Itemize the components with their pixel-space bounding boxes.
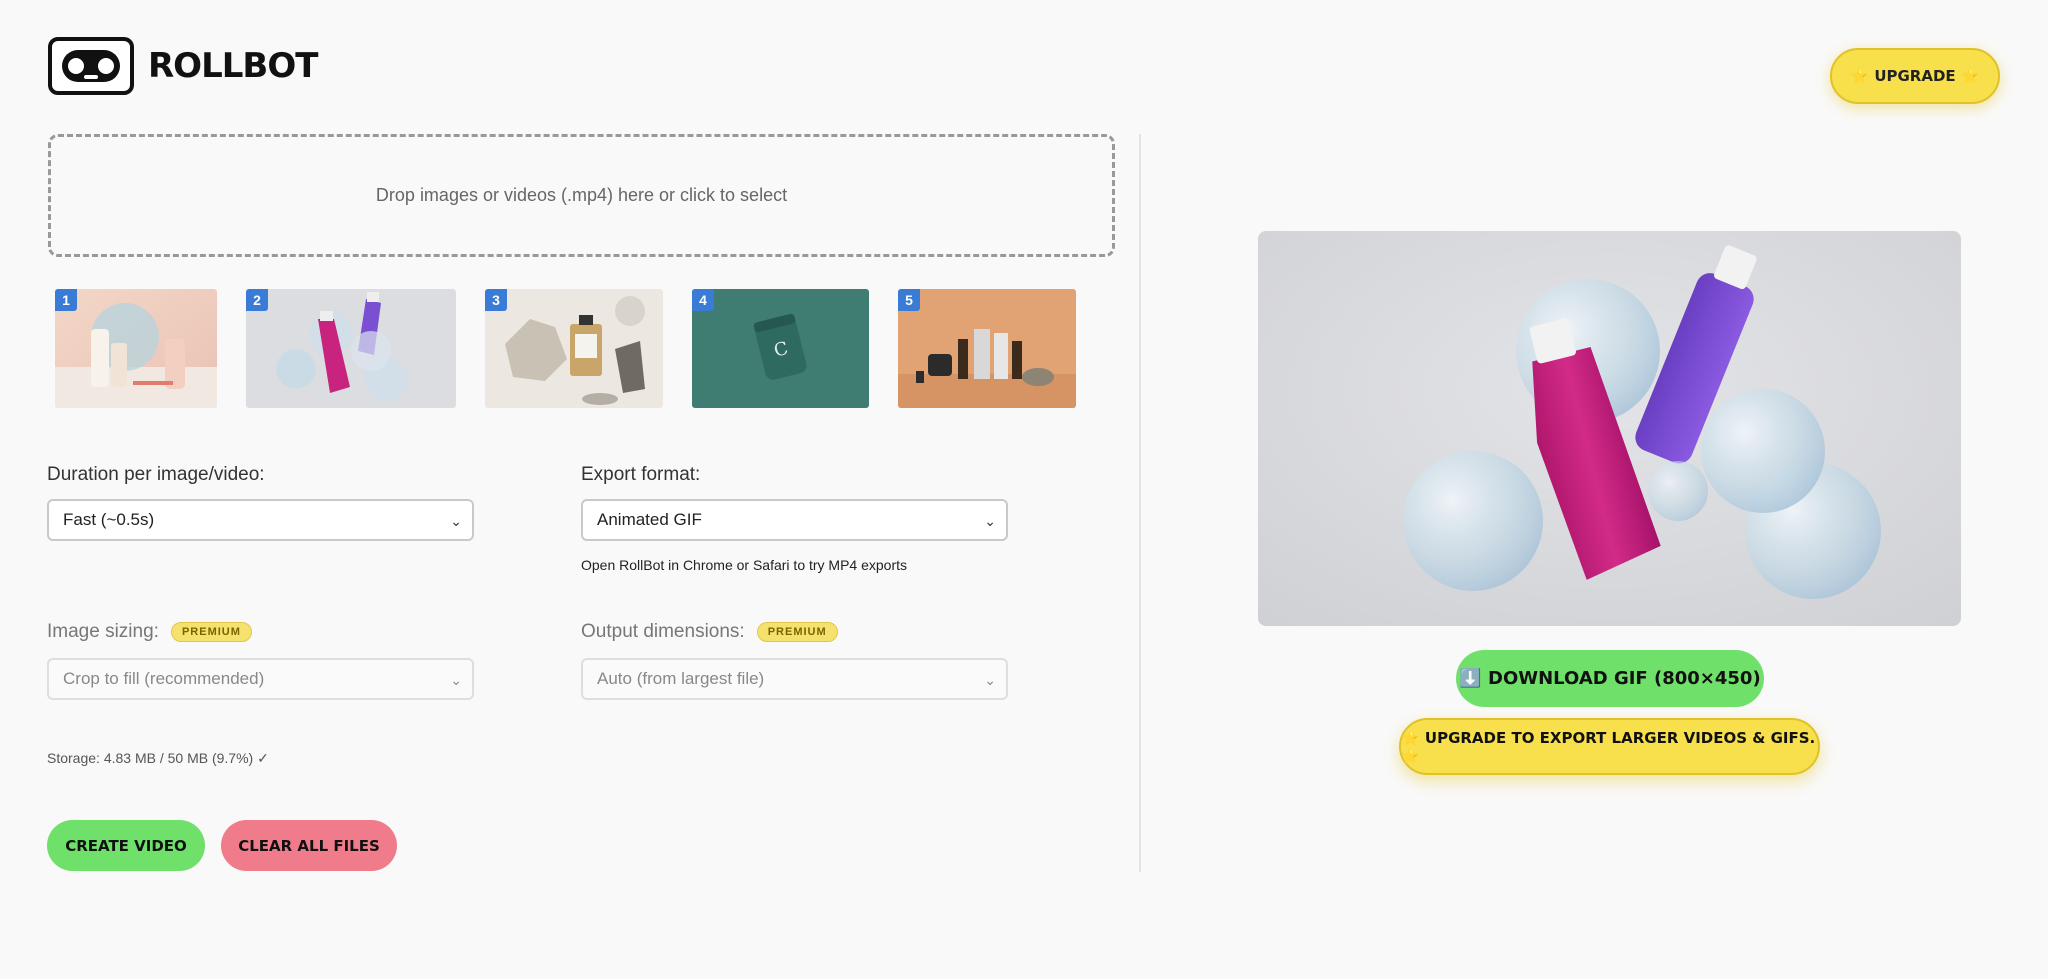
chevron-down-icon: ⌄: [984, 672, 996, 688]
app-name: ROLLBOT: [148, 46, 318, 86]
duration-label: Duration per image/video:: [47, 464, 265, 485]
chevron-down-icon: ⌄: [984, 513, 996, 529]
chevron-down-icon: ⌄: [450, 672, 462, 688]
thumbnail-number: 4: [692, 289, 714, 311]
thumbnail-4[interactable]: C 4: [692, 289, 869, 408]
create-video-button[interactable]: CREATE VIDEO: [47, 820, 205, 871]
output-dimensions-label-text: Output dimensions:: [581, 621, 745, 642]
image-sizing-value: Crop to fill (recommended): [63, 669, 265, 688]
dropzone-text: Drop images or videos (.mp4) here or cli…: [375, 185, 788, 205]
image-sizing-select[interactable]: Crop to fill (recommended) ⌄: [47, 658, 474, 700]
robot-icon: [48, 37, 134, 95]
gif-preview: [1258, 231, 1961, 626]
export-format-label: Export format:: [581, 464, 701, 485]
perfume-on-stone-image: [485, 289, 663, 408]
thumbnail-number: 5: [898, 289, 920, 311]
thumbnail-2[interactable]: 2: [246, 289, 456, 408]
output-dimensions-value: Auto (from largest file): [597, 669, 765, 688]
app-logo: ROLLBOT: [48, 37, 318, 95]
file-dropzone[interactable]: Drop images or videos (.mp4) here or cli…: [48, 134, 1115, 257]
thumbnail-3[interactable]: 3: [485, 289, 663, 408]
export-format-select[interactable]: Animated GIF ⌄: [581, 499, 1008, 541]
serum-bottles-orange-image: [898, 289, 1076, 408]
green-jar-image: C: [692, 289, 869, 408]
premium-badge: PREMIUM: [756, 621, 838, 642]
thumbnail-number: 1: [55, 289, 77, 311]
output-dimensions-label: Output dimensions: PREMIUM: [581, 621, 838, 643]
upgrade-export-button[interactable]: ⭐ UPGRADE TO EXPORT LARGER VIDEOS & GIFS…: [1399, 718, 1820, 775]
skincare-bottles-image: [55, 289, 217, 408]
duration-select[interactable]: Fast (~0.5s) ⌄: [47, 499, 474, 541]
chevron-down-icon: ⌄: [450, 513, 462, 529]
thumbnail-1[interactable]: 1: [55, 289, 217, 408]
premium-badge: PREMIUM: [170, 621, 252, 642]
output-dimensions-select[interactable]: Auto (from largest file) ⌄: [581, 658, 1008, 700]
clear-all-files-button[interactable]: CLEAR ALL FILES: [221, 820, 397, 871]
thumbnail-number: 2: [246, 289, 268, 311]
export-hint: Open RollBot in Chrome or Safari to try …: [581, 557, 908, 573]
download-gif-button[interactable]: ⬇️ DOWNLOAD GIF (800×450): [1456, 650, 1764, 707]
duration-value: Fast (~0.5s): [63, 510, 155, 529]
storage-indicator: Storage: 4.83 MB / 50 MB (9.7%) ✓: [47, 750, 269, 766]
column-divider: [1139, 134, 1141, 872]
image-sizing-label: Image sizing: PREMIUM: [47, 621, 252, 643]
export-format-value: Animated GIF: [597, 510, 702, 529]
thumbnail-number: 3: [485, 289, 507, 311]
image-sizing-label-text: Image sizing:: [47, 621, 159, 642]
thumbnail-5[interactable]: 5: [898, 289, 1076, 408]
pink-purple-bottles-bubbles-image: [246, 289, 456, 408]
upgrade-button[interactable]: ⭐ UPGRADE ⭐: [1830, 48, 2000, 104]
preview-image: [1258, 231, 1961, 626]
